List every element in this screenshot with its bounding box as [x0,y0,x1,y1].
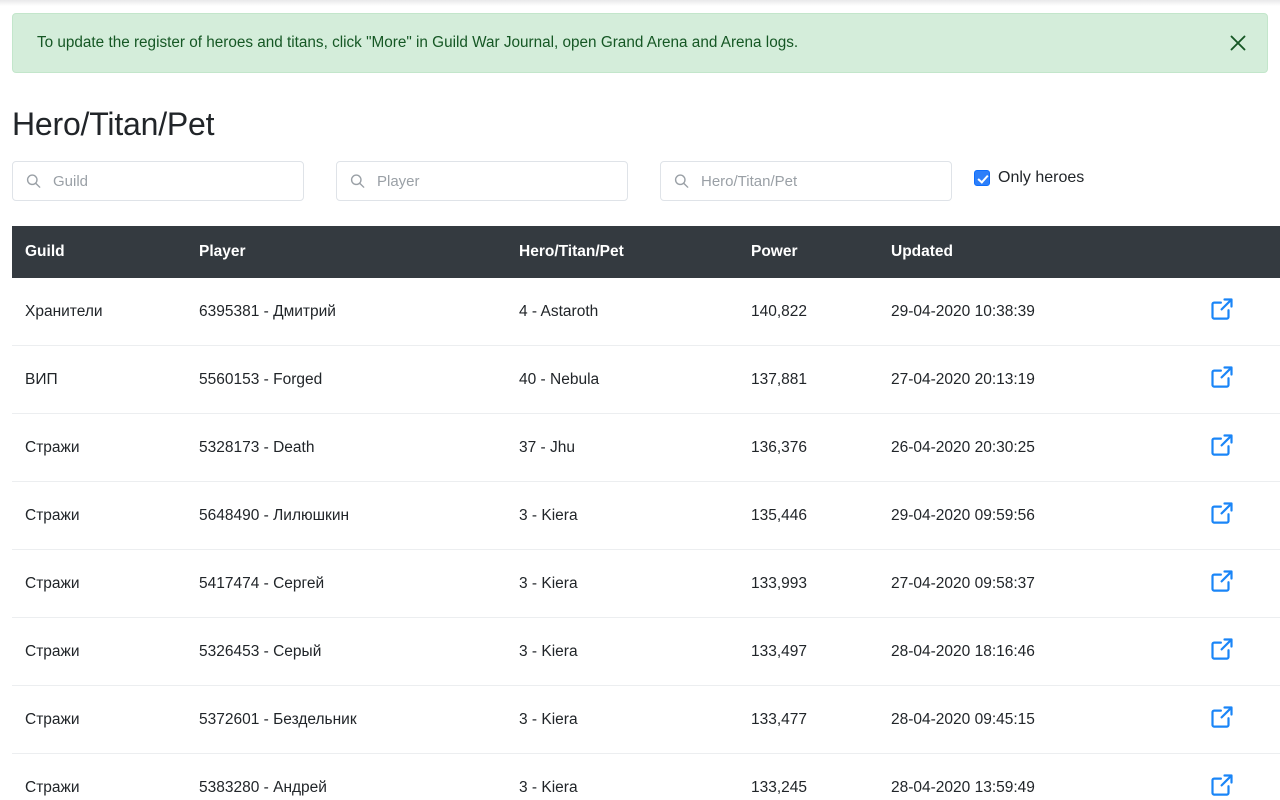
alert-message: To update the register of heroes and tit… [37,33,799,51]
power-cell: 133,993 [751,549,891,618]
external-link-icon[interactable] [1209,568,1235,594]
external-link-icon[interactable] [1209,772,1235,798]
info-alert: To update the register of heroes and tit… [12,13,1268,73]
updated-cell: 29-04-2020 10:38:39 [891,302,1035,320]
power-cell: 140,822 [751,302,808,320]
table-head: Guild Player Hero/Titan/Pet Power Update… [12,226,1280,279]
updated-cell: 27-04-2020 20:13:19 [891,345,1201,414]
guild-cell: Стражи [12,413,199,482]
guild-cell: Стражи [12,617,199,686]
table-row: ВИП 5560153 - Forged 40 - Nebula 137,881 27-… [12,345,1280,414]
guild-search-input[interactable] [12,161,304,202]
external-link-icon[interactable] [1209,296,1235,322]
updated-cell: 28-04-2020 09:45:15 [891,685,1201,754]
power-cell: 133,245 [751,753,891,800]
table-body: Хранители 6395381 - Дмитрий 4 - Astaroth 14… [12,278,1280,800]
hero-cell: 3 - Kiera [519,617,751,686]
player-cell: 5326453 - Серый [199,617,519,686]
hero-titan-pet-search-input[interactable] [660,161,952,202]
column-header-power: Power [751,226,891,279]
table-row: Стражи 5328173 - Death 37 - Jhu 136,376 26-0… [12,413,1280,482]
row-actions-cell [1201,278,1280,346]
player-cell: 5417474 - Сергей [199,549,519,618]
external-link-icon[interactable] [1209,704,1235,730]
power-cell: 133,497 [751,617,891,686]
updated-cell: 28-04-2020 13:59:49 [891,753,1201,800]
table-row: Стражи 5372601 - Бездельник 3 - Kiera 133,4… [12,685,1280,754]
guild-cell: Хранители [25,302,103,320]
power-cell: 133,477 [751,685,891,754]
guild-search-wrapper [12,161,304,202]
player-cell: 5383280 - Андрей [199,753,519,800]
row-actions-cell [1201,685,1280,754]
updated-cell: 28-04-2020 18:16:46 [891,617,1201,686]
row-actions-cell [1201,413,1280,482]
player-search-input[interactable] [336,161,628,202]
hero-cell: 3 - Kiera [519,753,751,800]
player-cell: 5560153 - Forged [199,345,519,414]
column-header-guild: Guild [12,226,199,279]
updated-cell: 26-04-2020 20:30:25 [891,413,1201,482]
player-cell: 5328173 - Death [199,413,519,482]
table-header-row: Guild Player Hero/Titan/Pet Power Update… [12,226,1280,279]
updated-cell: 29-04-2020 09:59:56 [891,481,1201,550]
hero-cell: 40 - Nebula [519,345,751,414]
page-root: To update the register of heroes and tit… [0,0,1280,800]
table-row: Стражи 5383280 - Андрей 3 - Kiera 133,245 28… [12,753,1280,800]
row-actions-cell [1201,549,1280,618]
guild-cell: ВИП [12,345,199,414]
external-link-icon[interactable] [1209,364,1235,390]
row-actions-cell [1201,481,1280,550]
table-row: Стражи 5417474 - Сергей 3 - Kiera 133,993 27… [12,549,1280,618]
player-search-wrapper [336,161,628,202]
table-row: Стражи 5326453 - Серый 3 - Kiera 133,497 28-… [12,617,1280,686]
row-actions-cell [1201,345,1280,414]
column-header-updated: Updated [891,226,1201,279]
player-cell: 5372601 - Бездельник [199,685,519,754]
row-actions-cell [1201,753,1280,800]
external-link-icon[interactable] [1209,636,1235,662]
only-heroes-label[interactable]: Only heroes [998,169,1084,187]
only-heroes-group: Only heroes [974,158,1084,198]
power-cell: 136,376 [751,413,891,482]
updated-cell: 27-04-2020 09:58:37 [891,549,1201,618]
hero-cell: 4 - Astaroth [519,302,599,320]
table-row: Стражи 5648490 - Лилюшкин 3 - Kiera 135,446… [12,481,1280,550]
external-link-icon[interactable] [1209,500,1235,526]
column-header-actions [1201,226,1280,279]
column-header-hero: Hero/Titan/Pet [519,226,751,279]
guild-cell: Стражи [12,549,199,618]
power-cell: 137,881 [751,345,891,414]
row-actions-cell [1201,617,1280,686]
close-icon[interactable] [1209,14,1267,72]
filter-bar: Only heroes [12,158,1268,202]
guild-cell: Стражи [12,481,199,550]
hero-cell: 3 - Kiera [519,549,751,618]
only-heroes-checkbox[interactable] [974,170,990,187]
hero-cell: 3 - Kiera [519,481,751,550]
column-header-player: Player [199,226,519,279]
player-cell: 6395381 - Дмитрий [199,302,336,320]
page-title: Hero/Titan/Pet [12,106,215,142]
guild-cell: Стражи [12,685,199,754]
hero-search-wrapper [660,161,952,202]
page-container: To update the register of heroes and tit… [0,0,1280,800]
table-row: Хранители 6395381 - Дмитрий 4 - Astaroth 14… [12,278,1280,346]
player-cell: 5648490 - Лилюшкин [199,481,519,550]
results-table: Guild Player Hero/Titan/Pet Power Update… [12,226,1280,800]
external-link-icon[interactable] [1209,432,1235,458]
results-table-wrapper: Guild Player Hero/Titan/Pet Power Update… [12,226,1280,800]
power-cell: 135,446 [751,481,891,550]
hero-cell: 37 - Jhu [519,413,751,482]
guild-cell: Стражи [12,753,199,800]
hero-cell: 3 - Kiera [519,685,751,754]
